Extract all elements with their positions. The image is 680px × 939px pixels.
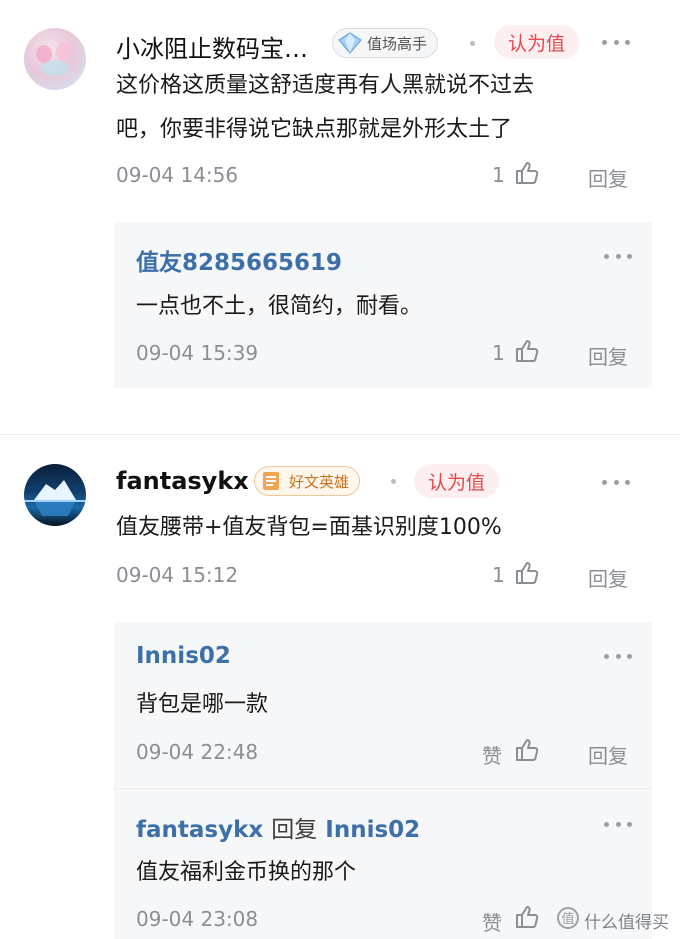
user-level-badge[interactable]: 值场高手: [332, 28, 439, 58]
comment-text-line: 这价格这质量这舒适度再有人黑就说不过去: [116, 73, 535, 98]
avatar[interactable]: [24, 464, 86, 526]
thumbs-up-icon[interactable]: [514, 737, 540, 767]
more-dots-icon[interactable]: [604, 252, 632, 260]
comment-time: 09-04 15:12: [116, 563, 239, 587]
reply-button[interactable]: 回复: [588, 163, 628, 192]
divider: [114, 788, 652, 789]
watermark-text: 什么值得买: [584, 912, 669, 933]
like-count[interactable]: 1: [492, 163, 505, 187]
thumbs-up-icon[interactable]: [514, 560, 540, 590]
reply-button[interactable]: 回复: [588, 740, 628, 769]
separator-dot: [391, 479, 396, 484]
reply-button[interactable]: 回复: [588, 563, 628, 592]
reply-text: 一点也不土，很简约，耐看。: [136, 294, 423, 319]
worth-tag[interactable]: 认为值: [494, 25, 580, 59]
scroll-icon: [259, 469, 285, 493]
user-honor-badge[interactable]: 好文英雄: [254, 466, 361, 496]
reply-time: 09-04 23:08: [136, 907, 259, 931]
reply-header: fantasykx 回复 Innis02: [136, 810, 420, 844]
reply-text: 值友福利金币换的那个: [136, 860, 357, 885]
reply-time: 09-04 15:39: [136, 341, 259, 365]
diamond-icon: [337, 31, 363, 55]
comment-text: 这价格这质量这舒适度再有人黑就说不过去 吧，你要非得说它缺点那就是外形太土了: [116, 64, 534, 152]
thumbs-up-icon[interactable]: [514, 338, 540, 368]
more-dots-icon[interactable]: [604, 652, 632, 660]
reply-time: 09-04 22:48: [136, 740, 259, 764]
username[interactable]: 小冰阻止数码宝…: [116, 29, 308, 64]
badge-label: 好文英雄: [289, 472, 350, 491]
comment-text-line: 吧，你要非得说它缺点那就是外形太土了: [116, 117, 513, 142]
reply-word: 回复: [271, 817, 318, 843]
reply-thread: [114, 622, 652, 939]
username[interactable]: fantasykx: [116, 467, 249, 495]
like-count[interactable]: 1: [492, 341, 505, 365]
separator-dot: [470, 41, 475, 46]
reply-username[interactable]: 值友8285665619: [136, 243, 342, 277]
badge-label: 值场高手: [367, 34, 428, 53]
thumbs-up-icon[interactable]: [514, 160, 540, 190]
like-count[interactable]: 1: [492, 563, 505, 587]
reply-username[interactable]: Innis02: [136, 643, 231, 669]
svg-text:值: 值: [561, 911, 574, 927]
watermark: 值 什么值得买: [556, 906, 669, 934]
more-dots-icon[interactable]: [604, 820, 632, 828]
watermark-logo-icon: 值: [556, 906, 580, 934]
reply-target-username[interactable]: Innis02: [325, 817, 420, 843]
avatar[interactable]: [24, 28, 86, 90]
worth-tag[interactable]: 认为值: [414, 464, 500, 498]
comment-text: 值友腰带+值友背包=面基识别度100%: [116, 506, 502, 550]
reply-text: 背包是哪一款: [136, 692, 269, 717]
divider: [0, 434, 680, 435]
reply-button[interactable]: 回复: [588, 341, 628, 370]
like-button-label[interactable]: 赞: [482, 907, 502, 936]
more-dots-icon[interactable]: [602, 478, 630, 486]
comment-time: 09-04 14:56: [116, 163, 239, 187]
thumbs-up-icon[interactable]: [514, 904, 540, 934]
more-dots-icon[interactable]: [602, 38, 630, 46]
comment-text-line: 值友腰带+值友背包=面基识别度100%: [116, 515, 502, 540]
like-button-label[interactable]: 赞: [482, 740, 502, 769]
reply-username[interactable]: fantasykx: [136, 817, 263, 843]
